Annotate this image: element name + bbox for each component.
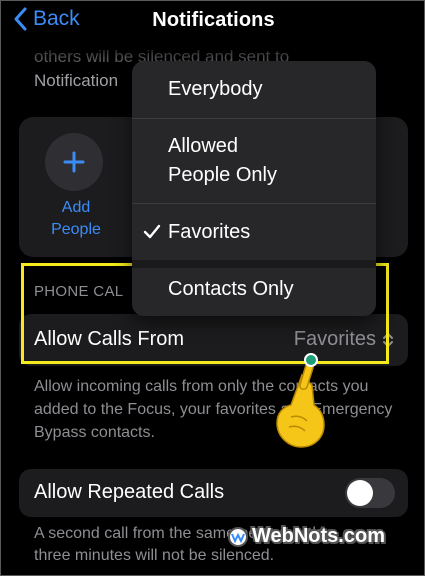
top-note-line2: Notification: [34, 71, 119, 90]
navigation-bar: Back Notifications: [1, 1, 424, 43]
allow-repeated-calls-row: Allow Repeated Calls: [19, 469, 408, 517]
plus-icon: [63, 151, 85, 173]
watermark: WebNots.com: [227, 525, 385, 548]
toggle-knob: [347, 480, 373, 506]
add-people-button[interactable]: [45, 133, 103, 191]
add-people-label[interactable]: Add People: [41, 197, 111, 241]
webnots-logo-icon: [228, 526, 248, 547]
pointing-hand-icon: [276, 353, 325, 448]
repeated-calls-toggle[interactable]: [345, 478, 395, 508]
allow-repeated-calls-label: Allow Repeated Calls: [34, 481, 225, 503]
watermark-text: WebNots.com: [252, 525, 385, 547]
menu-item-favorites[interactable]: Favorites: [132, 204, 376, 260]
page-title: Notifications: [152, 9, 275, 31]
menu-item-allowed-people-only[interactable]: Allowed People Only: [132, 119, 376, 203]
menu-item-everybody[interactable]: Everybody: [132, 61, 376, 118]
calls-description: Allow incoming calls from only the conta…: [34, 378, 393, 441]
calls-from-dropdown-menu: Everybody Allowed People Only Favorites …: [132, 61, 376, 316]
screen: others will be silenced and sent to Noti…: [0, 0, 425, 576]
menu-section-divider: [132, 260, 376, 268]
menu-item-contacts-only[interactable]: Contacts Only: [132, 268, 376, 316]
checkmark-icon: [143, 224, 161, 239]
